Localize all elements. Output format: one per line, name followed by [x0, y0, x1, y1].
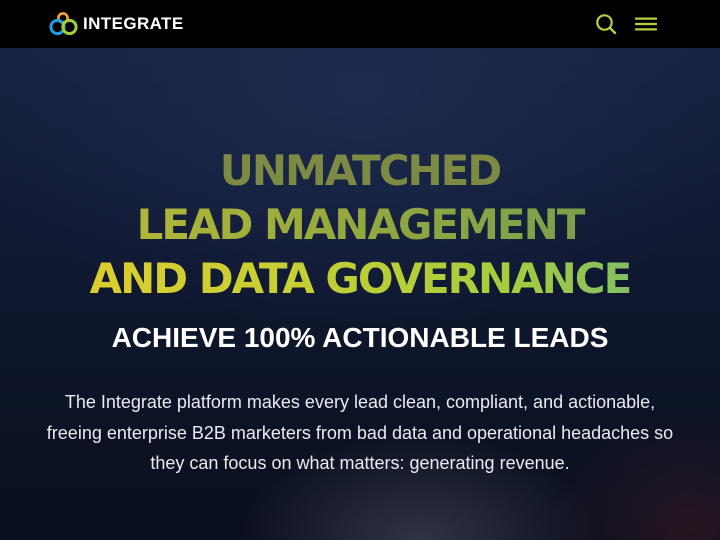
search-button[interactable] — [594, 12, 618, 36]
brand-logo[interactable]: INTEGRATE — [48, 11, 184, 37]
search-icon — [596, 14, 617, 35]
brand-name: INTEGRATE — [83, 14, 184, 33]
integrate-rings-logo-icon — [49, 12, 78, 36]
headline-line-2: LEAD MANAGEMENT — [0, 198, 720, 252]
hamburger-menu-icon — [634, 17, 658, 31]
menu-button[interactable] — [634, 12, 658, 36]
top-navbar: INTEGRATE — [0, 0, 720, 48]
headline-line-1: UNMATCHED — [219, 146, 502, 195]
nav-actions — [594, 12, 658, 36]
hero-headline: UNMATCHED LEAD MANAGEMENT AND DATA GOVER… — [0, 144, 720, 306]
hero-description: The Integrate platform makes every lead … — [46, 392, 674, 473]
hero-section: UNMATCHED LEAD MANAGEMENT AND DATA GOVER… — [0, 48, 720, 540]
hero-subheadline: ACHIEVE 100% ACTIONABLE LEADS — [111, 322, 609, 353]
headline-line-3: AND DATA GOVERNANCE — [0, 252, 720, 306]
